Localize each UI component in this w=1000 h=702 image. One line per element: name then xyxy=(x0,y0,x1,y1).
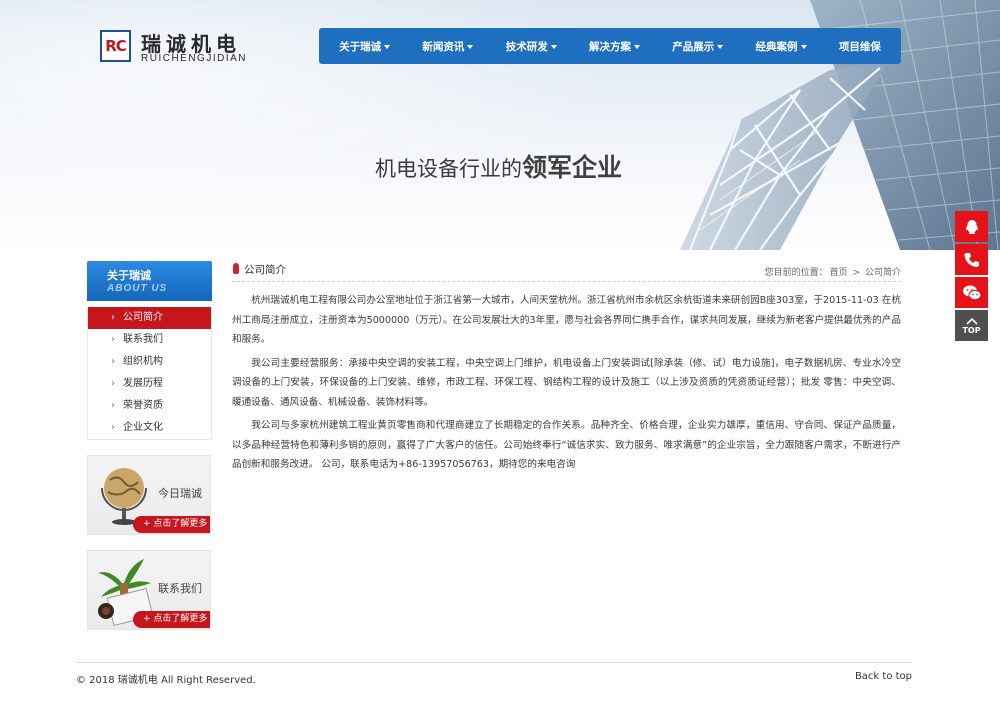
nav-item-label: 产品展示 xyxy=(672,40,715,53)
sidebar-header: 关于瑞诚 ABOUT US xyxy=(87,261,212,301)
nav-item-label: 解决方案 xyxy=(588,40,631,53)
arrow-up-icon xyxy=(965,317,978,325)
float-wechat-button[interactable] xyxy=(955,277,988,308)
content-header: 公司简介 您目前的位置： 首页 > 公司简介 xyxy=(232,262,901,282)
content-title: 公司简介 xyxy=(244,264,286,276)
breadcrumb-prefix: 您目前的位置： xyxy=(764,268,828,278)
promo-today[interactable]: 今日瑞诚 + 点击了解更多 xyxy=(87,455,211,535)
footer-divider xyxy=(76,662,912,663)
sidebar-title-en: ABOUT US xyxy=(107,283,168,294)
nav-item-label: 新闻资讯 xyxy=(422,40,465,53)
breadcrumb-current: 公司简介 xyxy=(864,268,901,278)
phone-icon xyxy=(964,252,979,267)
sidebar-item-organization[interactable]: 组织机构 xyxy=(88,351,211,373)
banner-slogan: 机电设备行业的领军企业 xyxy=(375,148,622,184)
pin-icon xyxy=(233,263,239,274)
logo-name-en: RUICHENGJIDIAN xyxy=(141,53,248,64)
article-paragraph: 我公司主要经营服务：承接中央空调的安装工程，中央空调上门维护，机电设备上门安装调… xyxy=(232,357,901,408)
wechat-icon xyxy=(962,285,981,300)
float-phone-button[interactable] xyxy=(955,244,988,275)
article-body: 杭州瑞诚机电工程有限公司办公室地址位于浙江省第一大城市，人间天堂杭州。浙江省杭州… xyxy=(232,291,901,479)
sidebar-item-honors[interactable]: 荣誉资质 xyxy=(88,395,211,417)
float-top-label: TOP xyxy=(962,325,981,335)
back-to-top-link[interactable]: Back to top xyxy=(855,671,912,682)
article-paragraph: 我公司与多家杭州建筑工程业黄页零售商和代理商建立了长期稳定的合作关系。品种齐全、… xyxy=(232,420,901,470)
breadcrumb-separator: > xyxy=(852,268,861,278)
promo-today-label: 今日瑞诚 xyxy=(158,487,202,500)
nav-item-label: 经典案例 xyxy=(755,40,798,53)
nav-item-cases[interactable]: 经典案例 xyxy=(756,39,807,54)
caret-down-icon xyxy=(800,44,807,49)
promo-contact-label: 联系我们 xyxy=(158,582,202,595)
promo-contact[interactable]: 联系我们 + 点击了解更多 xyxy=(87,550,211,630)
sidebar-item-profile[interactable]: 公司简介 xyxy=(88,307,211,329)
sidebar-menu: 公司简介 联系我们 组织机构 发展历程 荣誉资质 企业文化 xyxy=(87,307,212,440)
caret-down-icon xyxy=(467,44,474,49)
promo-today-more-button[interactable]: + 点击了解更多 xyxy=(133,516,210,533)
breadcrumb-home-link[interactable]: 首页 xyxy=(830,268,848,278)
nav-item-label: 关于瑞诚 xyxy=(339,40,382,53)
float-qq-button[interactable] xyxy=(955,211,988,242)
nav-item-news[interactable]: 新闻资讯 xyxy=(422,39,474,54)
nav-item-solutions[interactable]: 解决方案 xyxy=(589,39,640,54)
sidebar-item-culture[interactable]: 企业文化 xyxy=(88,417,211,439)
logo-mark-icon: RC xyxy=(100,30,131,62)
caret-down-icon xyxy=(384,44,391,49)
copyright: © 2018 瑞诚机电 All Right Reserved. xyxy=(76,675,256,686)
caret-down-icon xyxy=(633,44,640,49)
promo-contact-more-button[interactable]: + 点击了解更多 xyxy=(133,611,210,628)
banner: RC 瑞诚机电 RUICHENGJIDIAN 关于瑞诚 新闻资讯 技术研发 解决… xyxy=(0,0,1000,250)
article-paragraph: 杭州瑞诚机电工程有限公司办公室地址位于浙江省第一大城市，人间天堂杭州。浙江省杭州… xyxy=(232,295,901,345)
slogan-strong: 领军企业 xyxy=(522,153,623,182)
nav-item-about[interactable]: 关于瑞诚 xyxy=(339,39,391,54)
qq-icon xyxy=(965,219,978,234)
nav-item-label: 技术研发 xyxy=(505,40,548,53)
nav-item-tech[interactable]: 技术研发 xyxy=(506,39,557,54)
sidebar-item-history[interactable]: 发展历程 xyxy=(88,373,211,395)
float-top-button[interactable]: TOP xyxy=(955,310,988,341)
nav-item-products[interactable]: 产品展示 xyxy=(672,39,724,54)
sidebar-item-contact[interactable]: 联系我们 xyxy=(88,329,211,351)
sidebar-title-cn: 关于瑞诚 xyxy=(107,269,151,282)
site-logo[interactable]: RC 瑞诚机电 RUICHENGJIDIAN xyxy=(100,30,260,66)
slogan-thin: 机电设备行业的 xyxy=(375,157,522,181)
main-nav: 关于瑞诚 新闻资讯 技术研发 解决方案 产品展示 经典案例 项目维保 xyxy=(319,28,901,64)
nav-item-label: 项目维保 xyxy=(838,40,881,53)
caret-down-icon xyxy=(717,44,724,49)
nav-item-maintenance[interactable]: 项目维保 xyxy=(839,39,881,54)
breadcrumb: 您目前的位置： 首页 > 公司简介 xyxy=(763,265,901,278)
caret-down-icon xyxy=(550,44,557,49)
